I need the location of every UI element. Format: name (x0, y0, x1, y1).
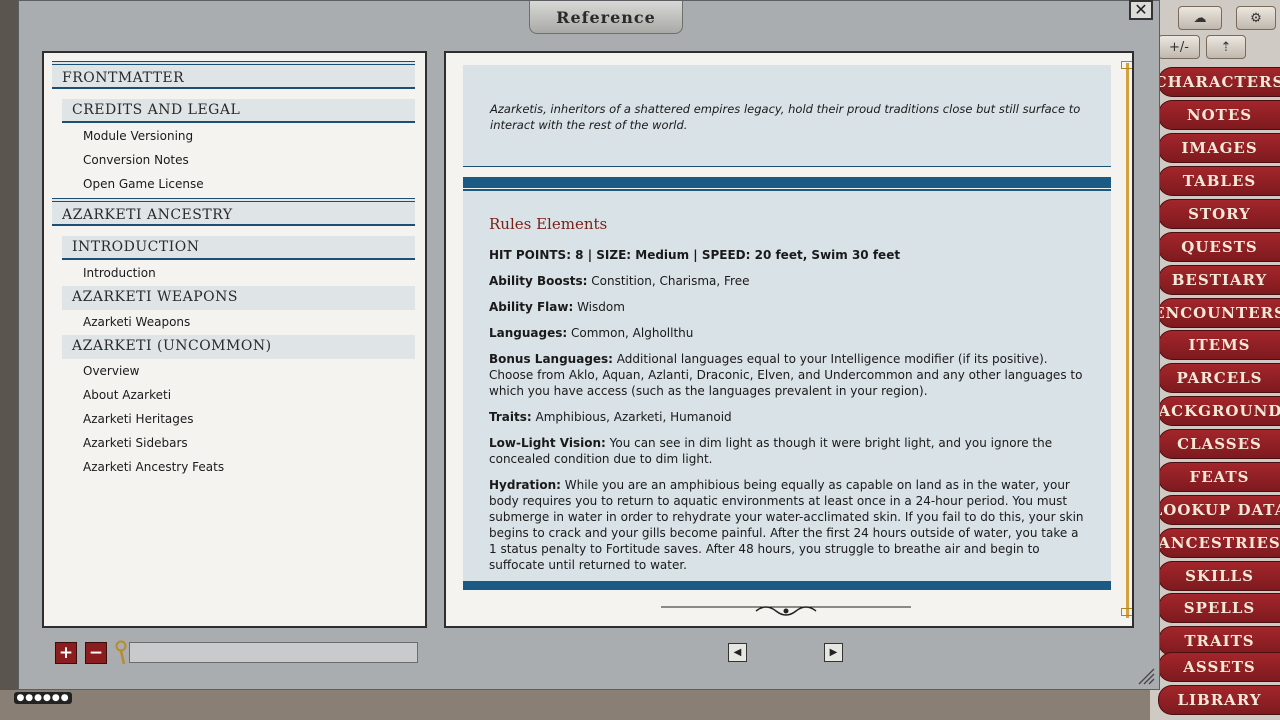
entry-ability-flaw: Ability Flaw: Wisdom (489, 300, 625, 314)
subgroup-azarketi-weapons[interactable]: Azarketi Weapons (62, 286, 415, 310)
search-input[interactable] (129, 642, 418, 663)
sidebar-tab-encounters[interactable]: Encounters (1158, 298, 1280, 328)
index-link-azarketi-sidebars[interactable]: Azarketi Sidebars (83, 436, 188, 450)
index-link-introduction[interactable]: Introduction (83, 266, 156, 280)
index-link-overview[interactable]: Overview (83, 364, 140, 378)
close-button[interactable]: ✕ (1129, 0, 1153, 20)
subgroup-credits-and-legal[interactable]: Credits and Legal (62, 99, 415, 123)
entry-low-light-vision: Low-Light Vision: You can see in dim lig… (489, 436, 1053, 466)
index-link-azarketi-heritages[interactable]: Azarketi Heritages (83, 412, 194, 426)
add-button[interactable]: + (55, 642, 77, 664)
previous-page-button[interactable]: ◀ (728, 643, 747, 662)
sidebar-tab-feats[interactable]: Feats (1158, 462, 1280, 492)
sidebar-tab-notes[interactable]: Notes (1158, 100, 1280, 130)
sidebar-tab-parcels[interactable]: Parcels (1158, 363, 1280, 393)
index-panel: Frontmatter Credits and Legal Module Ver… (42, 51, 427, 628)
scrollbar-top-cap (1121, 61, 1132, 69)
flavor-text-box: Azarketis, inheritors of a shattered emp… (463, 65, 1111, 167)
sidebar-tab-assets[interactable]: Assets (1158, 652, 1280, 682)
sidebar-tab-quests[interactable]: Quests (1158, 232, 1280, 262)
rules-elements-section: Rules Elements HIT POINTS: 8 | SIZE: Med… (463, 189, 1111, 581)
sidebar-tab-backgrounds[interactable]: Backgrounds (1158, 396, 1280, 426)
sidebar-tab-images[interactable]: Images (1158, 133, 1280, 163)
section-title: Rules Elements (489, 215, 608, 233)
sidebar-tab-library[interactable]: Library (1158, 685, 1280, 715)
resize-handle-icon[interactable] (1137, 667, 1155, 685)
desktop-background-left (0, 0, 20, 720)
search-icon (115, 640, 127, 665)
sidebar-tab-bestiary[interactable]: Bestiary (1158, 265, 1280, 295)
scrollbar[interactable] (1126, 63, 1129, 618)
section-bottom-bar (463, 581, 1111, 590)
sidebar-tab-story[interactable]: Story (1158, 199, 1280, 229)
window-title: Reference (529, 1, 683, 34)
desktop-background-bottom (0, 690, 1280, 720)
sidebar: ☁ ⚙ +/- ⇡ Characters Notes Images Tables Sto… (1150, 0, 1280, 720)
sidebar-tab-characters[interactable]: Characters (1158, 67, 1280, 97)
index-link-azarketi-weapons[interactable]: Azarketi Weapons (83, 315, 190, 329)
sidebar-tab-items[interactable]: Items (1158, 330, 1280, 360)
index-link-azarketi-ancestry-feats[interactable]: Azarketi Ancestry Feats (83, 460, 224, 474)
gear-icon[interactable]: ⚙ (1236, 6, 1276, 30)
sidebar-tab-skills[interactable]: Skills (1158, 561, 1280, 591)
sidebar-tab-spells[interactable]: Spells (1158, 593, 1280, 623)
pointer-icon[interactable]: ⇡ (1206, 35, 1246, 59)
entry-hydration: Hydration: While you are an amphibious b… (489, 478, 1084, 572)
entry-bonus-languages: Bonus Languages: Additional languages eq… (489, 352, 1083, 398)
subgroup-azarketi-uncommon[interactable]: Azarketi (Uncommon) (62, 335, 415, 359)
sidebar-tab-lookup-data[interactable]: Lookup Data (1158, 495, 1280, 525)
sidebar-tab-tables[interactable]: Tables (1158, 166, 1280, 196)
scrollbar-bottom-cap (1121, 608, 1132, 616)
index-link-open-game-license[interactable]: Open Game License (83, 177, 204, 191)
flavor-text: Azarketis, inheritors of a shattered emp… (490, 102, 1081, 132)
sidebar-tab-ancestries[interactable]: Ancestries (1158, 528, 1280, 558)
modifier-button[interactable]: +/- (1158, 35, 1200, 59)
stats-line: HIT POINTS: 8 | SIZE: Medium | SPEED: 20… (489, 248, 901, 262)
sidebar-tab-classes[interactable]: Classes (1158, 429, 1280, 459)
subgroup-introduction[interactable]: Introduction (62, 236, 415, 260)
index-link-conversion-notes[interactable]: Conversion Notes (83, 153, 189, 167)
section-divider-bar (463, 177, 1111, 188)
index-link-about-azarketi[interactable]: About Azarketi (83, 388, 171, 402)
entry-traits: Traits: Amphibious, Azarketi, Humanoid (489, 410, 732, 424)
chat-indicator[interactable]: ●●●●●● (14, 692, 72, 704)
group-azarketi-ancestry[interactable]: Azarketi Ancestry (52, 198, 415, 226)
dice-tower-icon[interactable]: ☁ (1178, 6, 1222, 30)
ornament-divider-icon (661, 606, 911, 616)
entry-languages: Languages: Common, Alghollthu (489, 326, 694, 340)
group-frontmatter[interactable]: Frontmatter (52, 61, 415, 89)
index-link-module-versioning[interactable]: Module Versioning (83, 129, 193, 143)
entry-ability-boosts: Ability Boosts: Constition, Charisma, Fr… (489, 274, 750, 288)
next-page-button[interactable]: ▶ (824, 643, 843, 662)
remove-button[interactable]: − (85, 642, 107, 664)
content-panel: Azarketis, inheritors of a shattered emp… (444, 51, 1134, 628)
